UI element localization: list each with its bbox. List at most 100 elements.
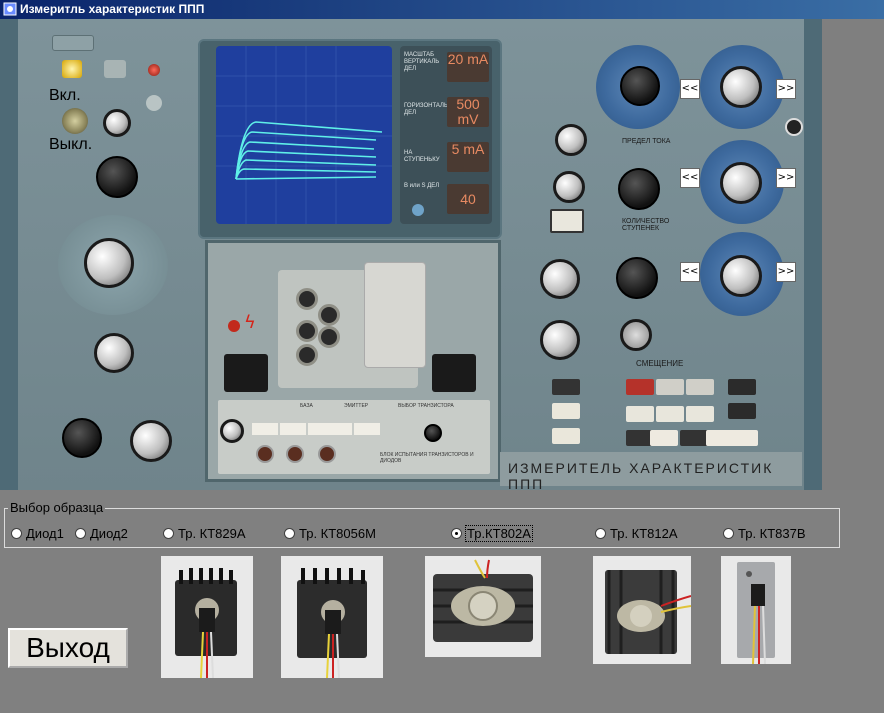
label-test-block: БЛОК ИСПЫТАНИЯ ТРАНЗИСТОРОВ И ДИОДОВ: [380, 452, 474, 464]
large-knob-left[interactable]: [84, 238, 134, 288]
rocker-button-2[interactable]: [552, 403, 580, 419]
device-frame-left: [0, 19, 18, 490]
step-button-2[interactable]: [656, 406, 684, 422]
sample-selection-group: [4, 508, 840, 548]
mode-button-red[interactable]: [626, 379, 654, 395]
title-bar: Измеритль характеристик ППП: [0, 0, 884, 19]
sample-photo-kt837v[interactable]: [721, 556, 791, 664]
step-count-knob[interactable]: [616, 257, 658, 299]
radio-diode1[interactable]: Диод1: [11, 525, 64, 541]
knob-bottom-dial[interactable]: [720, 255, 762, 297]
radio-indicator[interactable]: [11, 527, 22, 539]
device-nameplate: ИЗМЕРИТЕЛЬ ХАРАКТЕРИСТИК ППП: [500, 452, 802, 492]
readout-label-4: В или S ДЕЛ: [404, 183, 440, 189]
nav-left-button-2[interactable]: <<: [680, 168, 700, 188]
knob-top-left-dial[interactable]: [620, 66, 660, 106]
sample-selection-legend: Выбор образца: [8, 500, 106, 515]
socket-jack: [318, 304, 340, 326]
radio-indicator[interactable]: [284, 527, 295, 539]
readout-label-3: НА СТУПЕНЬКУ: [404, 150, 440, 163]
rocker-button-3[interactable]: [552, 428, 580, 444]
emitter-button-1[interactable]: [326, 423, 352, 435]
power-on-label: Вкл.: [49, 87, 81, 104]
indicator-lamp-yellow: [62, 60, 82, 78]
radio-indicator[interactable]: [595, 527, 606, 539]
socket-jack: [296, 344, 318, 366]
sample-photo-kt802a[interactable]: [425, 556, 541, 657]
readout-button[interactable]: [412, 204, 424, 216]
knob-col2-1[interactable]: [555, 124, 587, 156]
step-button-1[interactable]: [626, 406, 654, 422]
radio-label: Тр. КТ837В: [738, 525, 806, 541]
transistor-selector-knob[interactable]: [424, 424, 442, 442]
terminal-block-right: [432, 354, 476, 392]
background-strip: [822, 19, 884, 490]
rocker-button-1[interactable]: [552, 379, 580, 395]
nav-right-button-3[interactable]: >>: [776, 262, 796, 282]
transistor-clip: [364, 262, 426, 368]
radio-diode2[interactable]: Диод2: [75, 525, 128, 541]
radio-indicator[interactable]: [723, 527, 734, 539]
window-title: Измеритль характеристик ППП: [20, 2, 205, 16]
selector-knob-left[interactable]: [96, 156, 138, 198]
radio-kt837v[interactable]: Тр. КТ837В: [723, 525, 806, 541]
sample-photo-kt812a[interactable]: [593, 556, 691, 664]
nav-left-button-3[interactable]: <<: [680, 262, 700, 282]
power-off-label: Выкл.: [49, 136, 93, 153]
range-button-3[interactable]: [680, 430, 708, 446]
side-button-1[interactable]: [728, 379, 756, 395]
nav-right-button-2[interactable]: >>: [776, 168, 796, 188]
knob-top-right-dial[interactable]: [720, 66, 762, 108]
knob-test-left[interactable]: [220, 419, 244, 443]
knob-col2-2[interactable]: [553, 171, 585, 203]
sample-photo-kt8056m[interactable]: [281, 556, 383, 678]
radio-indicator-selected[interactable]: [451, 527, 462, 539]
readout-label-1: МАСШТАБ ВЕРТИКАЛЬ ДЕЛ: [404, 52, 440, 72]
knob-left-middle[interactable]: [94, 333, 134, 373]
readout-value-2: 500 mV: [447, 97, 489, 127]
nav-right-button-1[interactable]: >>: [776, 79, 796, 99]
radio-kt812a[interactable]: Тр. КТ812А: [595, 525, 678, 541]
bias-knob[interactable]: [620, 319, 652, 351]
radio-indicator[interactable]: [163, 527, 174, 539]
readout-value-3: 5 mA: [447, 142, 489, 172]
range-button-2[interactable]: [650, 430, 678, 446]
power-toggle-switch[interactable]: [62, 108, 88, 134]
radio-label: Тр. КТ829А: [178, 525, 246, 541]
label-bias: СМЕЩЕНИЕ: [636, 359, 684, 368]
base-button-2[interactable]: [280, 423, 306, 435]
small-indicator-right: [785, 118, 803, 136]
readout-value-1: 20 mA: [447, 52, 489, 82]
current-limit-knob[interactable]: [618, 168, 660, 210]
base-button-1[interactable]: [252, 423, 278, 435]
side-button-2[interactable]: [728, 403, 756, 419]
label-current-limit: ПРЕДЕЛ ТОКА: [622, 138, 671, 145]
mode-button-3[interactable]: [686, 379, 714, 395]
knob-middle-dial[interactable]: [720, 162, 762, 204]
socket-jack: [318, 326, 340, 348]
exit-button[interactable]: Выход: [8, 628, 128, 668]
mode-button-2[interactable]: [656, 379, 684, 395]
selector-knob-polarity[interactable]: [62, 418, 102, 458]
readout-label-2: ГОРИЗОНТАЛЬ ДЕЛ: [404, 103, 448, 116]
radio-kt829a[interactable]: Тр. КТ829А: [163, 525, 246, 541]
sample-photo-kt829a[interactable]: [161, 556, 253, 678]
small-knob-1[interactable]: [103, 109, 131, 137]
radio-indicator[interactable]: [75, 527, 86, 539]
knob-left-bottom[interactable]: [130, 420, 172, 462]
label-step-count: КОЛИЧЕСТВО СТУПЕНЕК: [622, 218, 670, 232]
range-button-5[interactable]: [730, 430, 758, 446]
socket-jack: [296, 320, 318, 342]
nav-left-button-1[interactable]: <<: [680, 79, 700, 99]
knob-col2-3[interactable]: [540, 259, 580, 299]
square-button-col2[interactable]: [550, 209, 584, 233]
radio-kt8056m[interactable]: Тр. КТ8056М: [284, 525, 376, 541]
knob-col2-4[interactable]: [540, 320, 580, 360]
radio-kt802a[interactable]: Тр.КТ802А: [451, 524, 533, 542]
label-base: БАЗА: [300, 403, 313, 409]
radio-label: Тр.КТ802А: [465, 524, 533, 542]
step-button-3[interactable]: [686, 406, 714, 422]
panel-plaque: [52, 35, 94, 51]
emitter-button-2[interactable]: [354, 423, 380, 435]
indicator-square: [104, 60, 126, 78]
